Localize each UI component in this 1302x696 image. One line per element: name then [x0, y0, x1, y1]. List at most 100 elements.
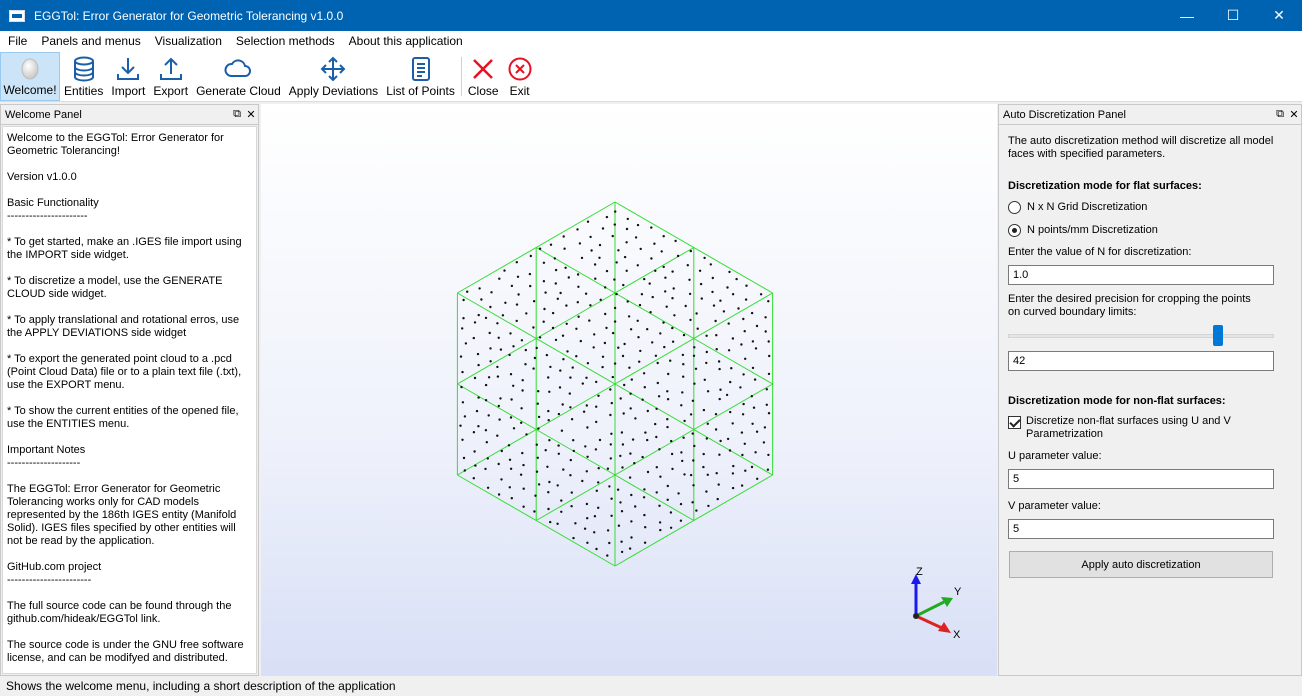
cloud-point	[606, 529, 610, 532]
float-panel-icon[interactable]: ⧉	[1273, 108, 1287, 121]
apply-auto-discretization-button[interactable]: Apply auto discretization	[1009, 551, 1273, 578]
welcome-button[interactable]: Welcome!	[0, 52, 60, 101]
cloud-point	[460, 385, 463, 389]
close-window-button[interactable]: ✕	[1256, 0, 1302, 31]
cloud-point	[509, 467, 513, 470]
welcome-paragraph: * To discretize a model, use the GENERAT…	[7, 275, 223, 300]
cloud-point	[487, 414, 490, 417]
cloud-point	[462, 317, 465, 320]
cloud-point	[570, 491, 573, 494]
cloud-point	[593, 515, 597, 518]
cloud-point	[544, 291, 547, 294]
entities-button[interactable]: Entities	[60, 52, 107, 101]
cloud-point	[689, 318, 692, 322]
cloud-point	[606, 467, 610, 470]
close-button[interactable]: Close	[464, 52, 503, 101]
cloud-point	[613, 320, 617, 323]
cloud-point	[642, 496, 646, 499]
apply-deviations-button[interactable]: Apply Deviations	[285, 52, 382, 101]
generate-cloud-button[interactable]: Generate Cloud	[192, 52, 285, 101]
float-panel-icon[interactable]: ⧉	[230, 108, 244, 121]
menu-about[interactable]: About this application	[342, 31, 470, 52]
export-button[interactable]: Export	[149, 52, 192, 101]
slider-track	[1008, 334, 1274, 338]
cloud-point	[542, 280, 546, 283]
v-parameter-input[interactable]	[1008, 519, 1274, 539]
radio-grid-option[interactable]: N x N Grid Discretization	[1008, 200, 1292, 214]
close-panel-icon[interactable]: ✕	[1287, 108, 1301, 121]
cloud-point	[731, 293, 735, 296]
cloud-point	[630, 378, 633, 381]
menu-visualization[interactable]: Visualization	[148, 31, 229, 52]
minimize-button[interactable]: —	[1164, 0, 1210, 31]
cloud-point	[586, 541, 589, 544]
radio-grid[interactable]	[1008, 200, 1021, 214]
nonflat-surfaces-heading: Discretization mode for non-flat surface…	[1008, 395, 1226, 407]
cloud-point	[484, 399, 488, 402]
welcome-paragraph: The source code is under the GNU free so…	[7, 639, 244, 664]
cloud-point	[731, 337, 735, 340]
list-document-icon	[411, 57, 430, 81]
welcome-panel-title: Welcome Panel	[5, 108, 82, 121]
cloud-point	[705, 334, 708, 337]
cloud-point	[623, 255, 627, 259]
cloud-point	[558, 386, 562, 389]
cloud-point	[693, 382, 696, 385]
exit-button[interactable]: Exit	[503, 52, 537, 101]
welcome-text-area[interactable]: Welcome to the EGGTol: Error Generator f…	[2, 126, 257, 674]
menu-file[interactable]: File	[0, 31, 34, 52]
3d-viewport[interactable]: Z Y X	[261, 104, 997, 676]
cloud-point	[700, 297, 703, 300]
cloud-point	[525, 312, 528, 315]
cloud-point	[477, 396, 480, 399]
radio-points[interactable]	[1008, 223, 1021, 237]
cloud-point	[477, 425, 480, 428]
list-of-points-button[interactable]: List of Points	[382, 52, 459, 101]
cloud-point	[520, 339, 524, 342]
cloud-point	[516, 275, 520, 278]
welcome-paragraph: The full source code can be found throug…	[7, 600, 232, 625]
cloud-point	[603, 341, 607, 345]
cloud-point	[489, 305, 492, 309]
slider-thumb[interactable]	[1213, 325, 1223, 346]
precision-slider[interactable]	[1008, 325, 1274, 347]
cloud-point	[718, 367, 721, 371]
cloud-point	[537, 483, 541, 486]
flat-surfaces-heading: Discretization mode for flat surfaces:	[1008, 180, 1202, 192]
cloud-point	[499, 348, 503, 351]
cloud-point	[520, 421, 523, 424]
cloud-point	[669, 526, 673, 529]
cloud-point	[694, 367, 698, 370]
radio-points-option[interactable]: N points/mm Discretization	[1008, 223, 1292, 237]
cloud-point	[575, 355, 578, 358]
cloud-point	[547, 376, 550, 379]
close-panel-icon[interactable]: ✕	[244, 108, 258, 121]
cloud-point	[729, 410, 732, 414]
cloud-point	[669, 511, 673, 514]
cloud-point	[625, 241, 628, 244]
maximize-button[interactable]: ☐	[1210, 0, 1256, 31]
menu-selection-methods[interactable]: Selection methods	[229, 31, 342, 52]
cloud-point	[510, 284, 514, 288]
precision-value-input[interactable]	[1008, 351, 1274, 371]
status-bar: Shows the welcome menu, including a shor…	[0, 677, 1302, 696]
cloud-point	[717, 483, 720, 486]
cloud-point	[538, 336, 542, 339]
n-value-input[interactable]	[1008, 265, 1274, 285]
cloud-point	[753, 378, 757, 381]
uv-checkbox-option[interactable]: Discretize non-flat surfaces using U and…	[1008, 415, 1292, 441]
u-parameter-input[interactable]	[1008, 469, 1274, 489]
cloud-point	[636, 264, 639, 267]
menu-panels-and-menus[interactable]: Panels and menus	[34, 31, 147, 52]
cloud-point	[498, 277, 501, 280]
cloud-point	[601, 365, 604, 369]
cloud-point	[744, 469, 747, 472]
cloud-point	[560, 429, 564, 432]
cloud-point	[605, 215, 609, 219]
cloud-point	[589, 304, 592, 307]
welcome-paragraph: * To export the generated point cloud to…	[7, 353, 242, 391]
cloud-point	[562, 468, 565, 471]
uv-checkbox[interactable]	[1008, 416, 1021, 429]
cloud-point	[583, 527, 587, 530]
import-button[interactable]: Import	[107, 52, 149, 101]
